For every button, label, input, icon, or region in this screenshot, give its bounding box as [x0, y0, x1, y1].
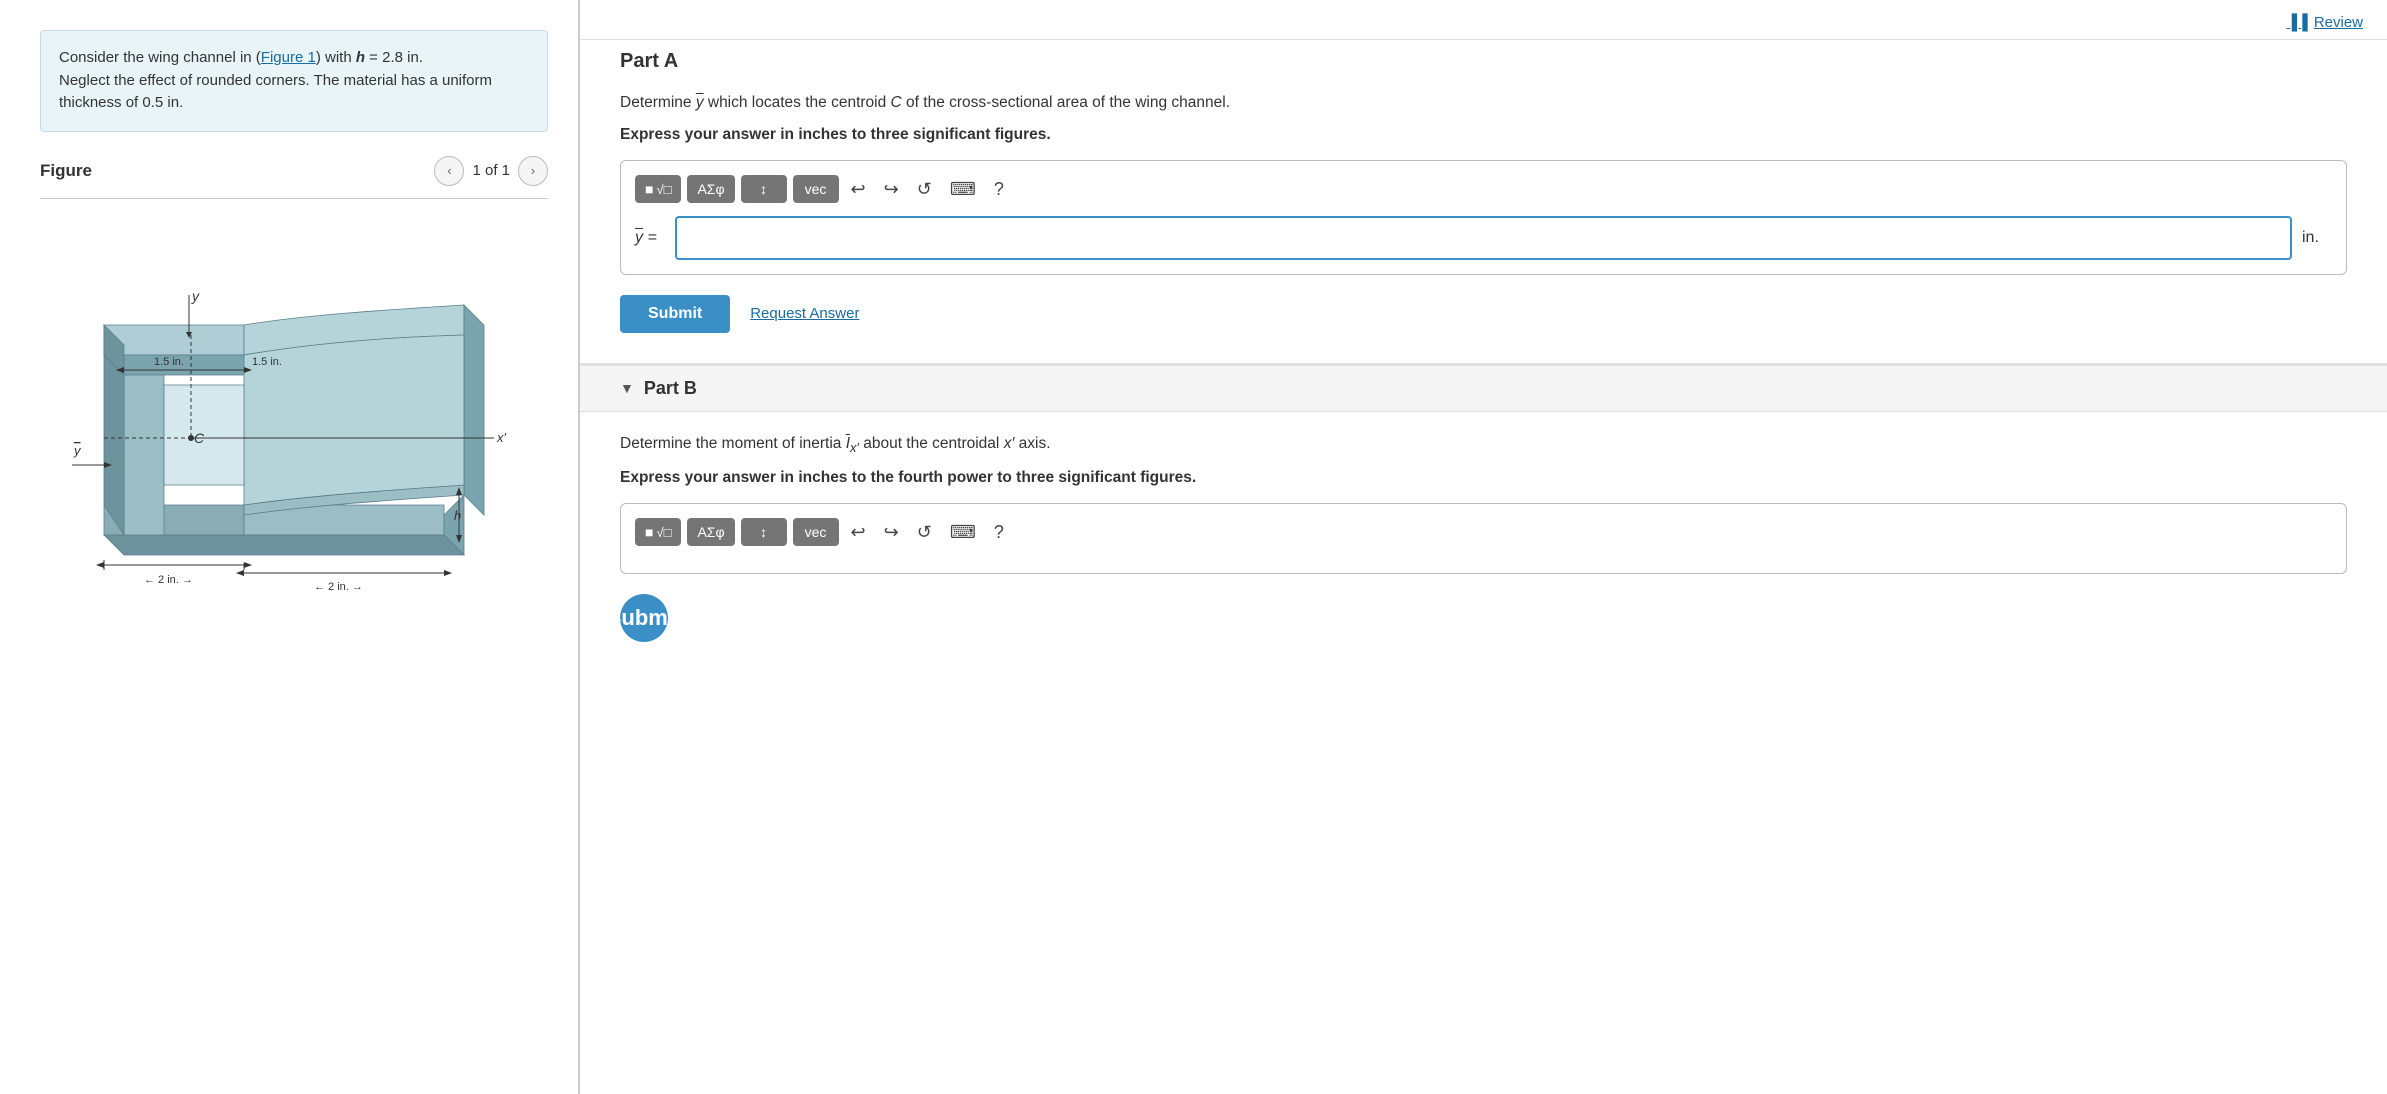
figure-next-button[interactable]: › [518, 156, 548, 186]
toolbar-radical-button[interactable]: ■ √□ [635, 175, 681, 203]
toolbar-b-vec-button[interactable]: vec [793, 518, 839, 546]
radical-text: √□ [656, 182, 671, 197]
toolbar-b-redo-button[interactable]: ↪ [878, 518, 905, 547]
answer-box-b: ■ √□ AΣφ ↕ vec ↩ ↪ ↺ ⌨ ? [620, 503, 2347, 574]
svg-text:y: y [73, 443, 82, 458]
x-prime-symbol: x′ [1004, 435, 1015, 452]
svg-text:← 2 in. →: ← 2 in. → [314, 581, 363, 593]
c-symbol: C [891, 94, 902, 111]
part-a-question-text: Determine y which locates the centroid C… [580, 91, 2387, 116]
problem-text-2: ) with [316, 49, 356, 66]
problem-text-3: = 2.8 in. [365, 49, 423, 66]
toolbar-b-radical-button[interactable]: ■ √□ [635, 518, 681, 546]
part-b-content: Determine the moment of inertia Ix′ abou… [580, 432, 2387, 652]
top-review-bar: ▐▐ Review [580, 0, 2387, 39]
x-prime-sub: x′ [850, 440, 859, 455]
svg-text:h: h [454, 508, 461, 523]
b-radical-icon: ■ [645, 524, 653, 540]
toolbar-b: ■ √□ AΣφ ↕ vec ↩ ↪ ↺ ⌨ ? [635, 518, 2332, 547]
action-row-a: Submit Request Answer [580, 295, 2387, 363]
svg-text:← 2 in. →: ← 2 in. → [144, 574, 193, 586]
figure-link[interactable]: Figure 1 [261, 49, 316, 66]
review-icon: ▐▐ [2287, 14, 2308, 31]
figure-divider [40, 198, 548, 199]
answer-input-row-a: y = in. [635, 216, 2332, 260]
toolbar-undo-button[interactable]: ↩ [845, 175, 872, 204]
answer-label-a: y = [635, 229, 665, 247]
problem-text-1: Consider the wing channel in ( [59, 49, 261, 66]
toolbar-b-undo-button[interactable]: ↩ [845, 518, 872, 547]
part-b-bold-instruction: Express your answer in inches to the fou… [620, 469, 2347, 487]
problem-text-4: Neglect the effect of rounded corners. T… [59, 72, 492, 112]
answer-unit-a: in. [2302, 229, 2332, 247]
toolbar-refresh-button[interactable]: ↺ [911, 175, 938, 204]
toolbar-updown-button[interactable]: ↕ [741, 175, 787, 203]
toolbar-b-help-button[interactable]: ? [988, 518, 1010, 547]
answer-input-a[interactable] [675, 216, 2292, 260]
svg-text:1.5 in.: 1.5 in. [154, 356, 184, 368]
figure-title: Figure [40, 161, 92, 181]
radical-icon: ■ [645, 181, 653, 197]
part-a-bold-instruction: Express your answer in inches to three s… [580, 126, 2387, 144]
y-bar-symbol: y [696, 94, 704, 111]
figure-navigation: ‹ 1 of 1 › [434, 156, 548, 186]
toolbar-b-updown-button[interactable]: ↕ [741, 518, 787, 546]
h-variable: h [356, 49, 365, 66]
figure-image-area: y y C x′ 1.5 in. 1.5 in. [40, 215, 548, 635]
part-a-title: Part A [620, 40, 2347, 83]
part-a-title-bar: Part A [580, 39, 2387, 91]
action-row-b: Submit [620, 594, 2347, 652]
figure-header: Figure ‹ 1 of 1 › [40, 156, 548, 186]
review-link[interactable]: ▐▐ Review [2287, 14, 2363, 31]
toolbar-b-keyboard-button[interactable]: ⌨ [944, 518, 982, 547]
request-answer-link-a[interactable]: Request Answer [750, 305, 859, 322]
review-label: Review [2314, 14, 2363, 31]
figure-nav-count: 1 of 1 [472, 162, 510, 179]
toolbar-redo-button[interactable]: ↪ [878, 175, 905, 204]
right-panel: ▐▐ Review Part A Determine y which locat… [580, 0, 2387, 1094]
svg-text:y: y [191, 288, 200, 304]
toolbar-b-symbols-button[interactable]: AΣφ [687, 518, 734, 546]
figure-prev-button[interactable]: ‹ [434, 156, 464, 186]
toolbar-symbols-button[interactable]: AΣφ [687, 175, 734, 203]
toolbar-keyboard-button[interactable]: ⌨ [944, 175, 982, 204]
toolbar-help-button[interactable]: ? [988, 175, 1010, 204]
part-b-question-text: Determine the moment of inertia Ix′ abou… [620, 432, 2347, 459]
part-b-collapse-arrow[interactable]: ▼ [620, 380, 634, 396]
part-b-header-bar: ▼ Part B [580, 365, 2387, 412]
submit-button-b[interactable]: Submit [620, 594, 668, 642]
answer-box-a: ■ √□ AΣφ ↕ vec ↩ ↪ ↺ ⌨ ? y = in. [620, 160, 2347, 275]
svg-text:1.5 in.: 1.5 in. [252, 356, 282, 368]
part-b-title: Part B [644, 378, 697, 399]
b-radical-text: √□ [656, 525, 671, 540]
wing-channel-diagram: y y C x′ 1.5 in. 1.5 in. [44, 225, 544, 625]
left-panel: Consider the wing channel in (Figure 1) … [0, 0, 580, 1094]
toolbar-vec-button[interactable]: vec [793, 175, 839, 203]
toolbar-b-refresh-button[interactable]: ↺ [911, 518, 938, 547]
svg-text:x′: x′ [496, 430, 507, 445]
toolbar-a: ■ √□ AΣφ ↕ vec ↩ ↪ ↺ ⌨ ? [635, 175, 2332, 204]
submit-button-a[interactable]: Submit [620, 295, 730, 333]
problem-description: Consider the wing channel in (Figure 1) … [40, 30, 548, 132]
